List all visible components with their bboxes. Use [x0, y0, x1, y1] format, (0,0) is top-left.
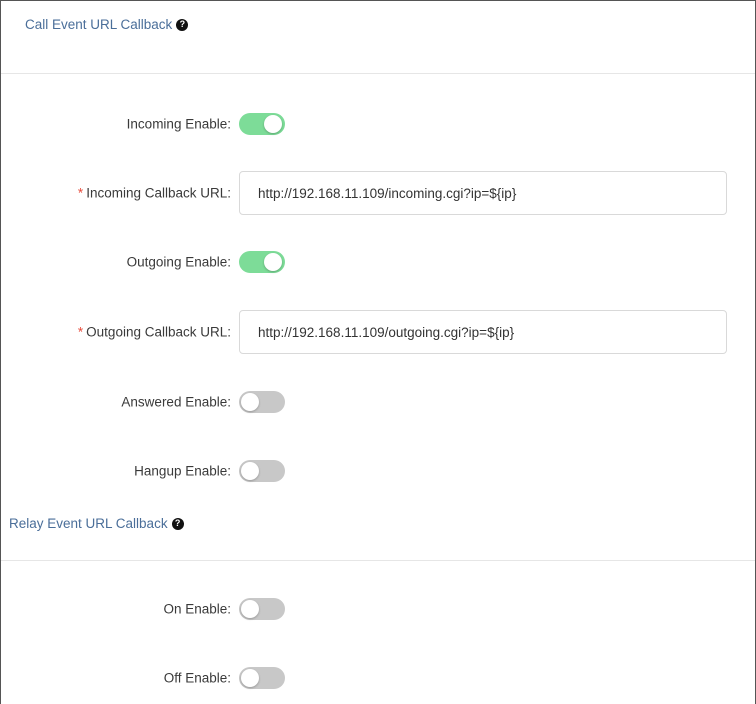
- answered-enable-label: Answered Enable:: [121, 394, 231, 410]
- toggle-knob: [241, 600, 259, 618]
- relay-event-title-text: Relay Event URL Callback: [9, 516, 168, 531]
- incoming-callback-url-label-text: Incoming Callback URL:: [86, 185, 231, 201]
- relay-event-section-title: Relay Event URL Callback ?: [9, 516, 184, 531]
- hangup-enable-toggle[interactable]: [239, 460, 285, 482]
- incoming-enable-label: Incoming Enable:: [126, 116, 231, 132]
- call-event-title-text: Call Event URL Callback: [25, 17, 173, 32]
- on-enable-label: On Enable:: [163, 601, 231, 617]
- required-mark: *: [77, 324, 84, 340]
- required-mark: *: [77, 185, 84, 201]
- section-divider: [1, 560, 755, 561]
- incoming-callback-url-label: * Incoming Callback URL:: [78, 186, 231, 201]
- outgoing-enable-label: Outgoing Enable:: [126, 254, 231, 270]
- toggle-knob: [241, 462, 259, 480]
- incoming-callback-url-input[interactable]: [239, 171, 727, 215]
- on-enable-toggle[interactable]: [239, 598, 285, 620]
- off-enable-toggle[interactable]: [239, 667, 285, 689]
- question-circle-icon[interactable]: ?: [176, 18, 189, 31]
- outgoing-enable-toggle[interactable]: [239, 251, 285, 273]
- section-divider: [1, 73, 755, 74]
- outgoing-callback-url-input[interactable]: [239, 310, 727, 354]
- toggle-knob: [264, 115, 282, 133]
- question-circle-icon[interactable]: ?: [171, 517, 184, 530]
- toggle-knob: [264, 253, 282, 271]
- toggle-knob: [241, 669, 259, 687]
- toggle-knob: [241, 393, 259, 411]
- outgoing-callback-url-label: * Outgoing Callback URL:: [78, 325, 231, 340]
- settings-panel: Call Event URL Callback ? Incoming Enabl…: [0, 0, 756, 704]
- outgoing-callback-url-label-text: Outgoing Callback URL:: [86, 324, 231, 340]
- answered-enable-toggle[interactable]: [239, 391, 285, 413]
- off-enable-label: Off Enable:: [163, 670, 231, 686]
- call-event-section-title: Call Event URL Callback ?: [25, 17, 189, 32]
- incoming-enable-toggle[interactable]: [239, 113, 285, 135]
- hangup-enable-label: Hangup Enable:: [134, 463, 231, 479]
